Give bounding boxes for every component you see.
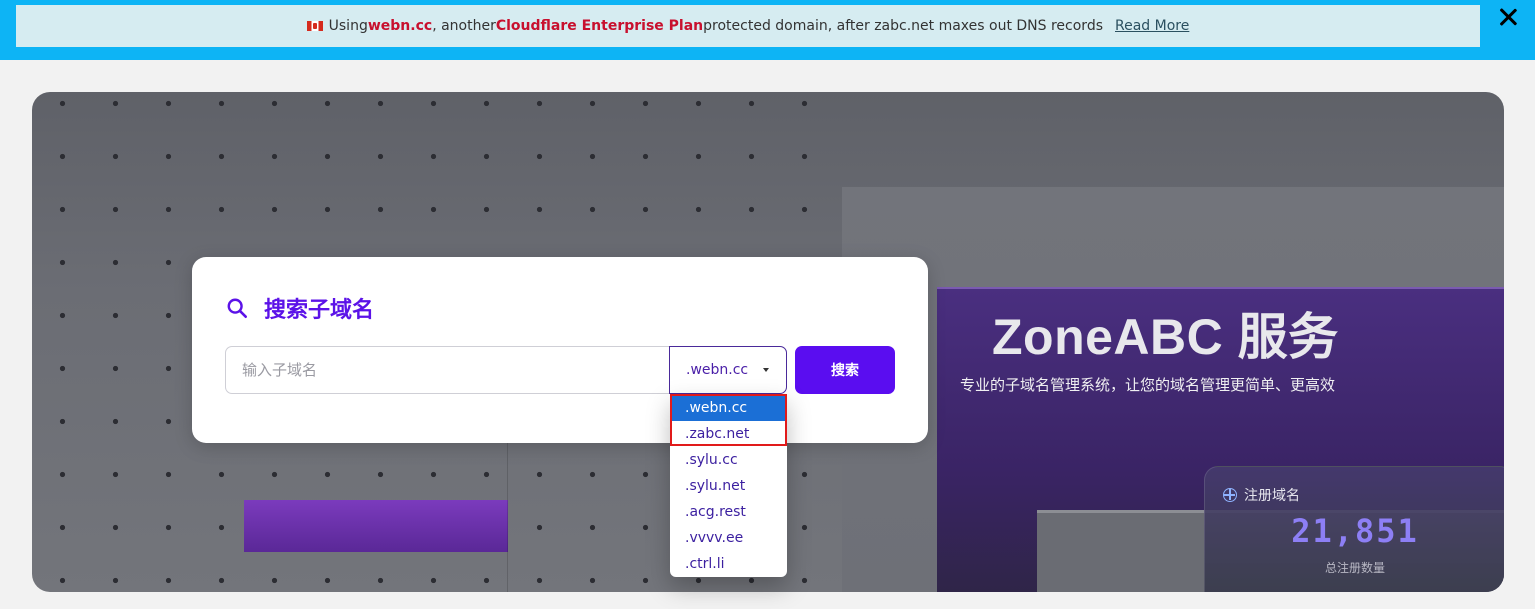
close-icon[interactable] <box>1499 8 1517 26</box>
caret-down-icon <box>763 368 769 372</box>
subdomain-input[interactable] <box>225 346 670 394</box>
dropdown-option-vvvv-ee[interactable]: .vvvv.ee <box>670 525 787 551</box>
domain-suffix-select[interactable]: .webn.cc <box>669 346 787 394</box>
announcement-suffix: protected domain, after zabc.net maxes o… <box>703 18 1103 34</box>
announcement-banner: Using webn.cc , another Cloudflare Enter… <box>16 5 1480 47</box>
domain-suffix-selected: .webn.cc <box>686 362 749 378</box>
announcement-bar: Using webn.cc , another Cloudflare Enter… <box>0 0 1535 60</box>
search-card: 搜索子域名 .webn.cc 搜索 <box>192 257 928 443</box>
search-button[interactable]: 搜索 <box>795 346 895 394</box>
dropdown-option-sylu-cc[interactable]: .sylu.cc <box>670 447 787 473</box>
announcement-plan: Cloudflare Enterprise Plan <box>495 18 704 34</box>
background-purple-block <box>244 500 508 552</box>
search-title: 搜索子域名 <box>226 292 374 324</box>
canada-flag-icon <box>306 21 323 31</box>
search-icon <box>227 298 247 318</box>
background-divider <box>507 442 508 592</box>
dropdown-option-ctrl-li[interactable]: .ctrl.li <box>670 551 787 577</box>
search-title-text: 搜索子域名 <box>264 298 375 323</box>
hero-title: ZoneABC 服务 <box>992 309 1339 365</box>
announcement-middle: , another <box>432 18 496 34</box>
domain-suffix-dropdown: .webn.cc .zabc.net .sylu.cc .sylu.net .a… <box>670 394 787 577</box>
globe-icon <box>1223 488 1237 502</box>
stats-label: 注册域名 <box>1244 488 1300 504</box>
hero-subtitle: 专业的子域名管理系统，让您的域名管理更简单、更高效 <box>960 376 1336 394</box>
dropdown-option-sylu-net[interactable]: .sylu.net <box>670 473 787 499</box>
stats-value: 21,851 <box>1291 512 1419 550</box>
announcement-prefix: Using <box>328 18 368 34</box>
dropdown-option-acg-rest[interactable]: .acg.rest <box>670 499 787 525</box>
dropdown-option-webn-cc[interactable]: .webn.cc <box>670 395 787 421</box>
stats-header: 注册域名 <box>1223 485 1300 505</box>
announcement-domain: webn.cc <box>367 18 433 34</box>
read-more-link[interactable]: Read More <box>1115 18 1189 34</box>
dropdown-option-zabc-net[interactable]: .zabc.net <box>670 421 787 447</box>
stats-card: 注册域名 21,851 总注册数量 <box>1204 466 1504 592</box>
stats-caption: 总注册数量 <box>1324 561 1385 575</box>
